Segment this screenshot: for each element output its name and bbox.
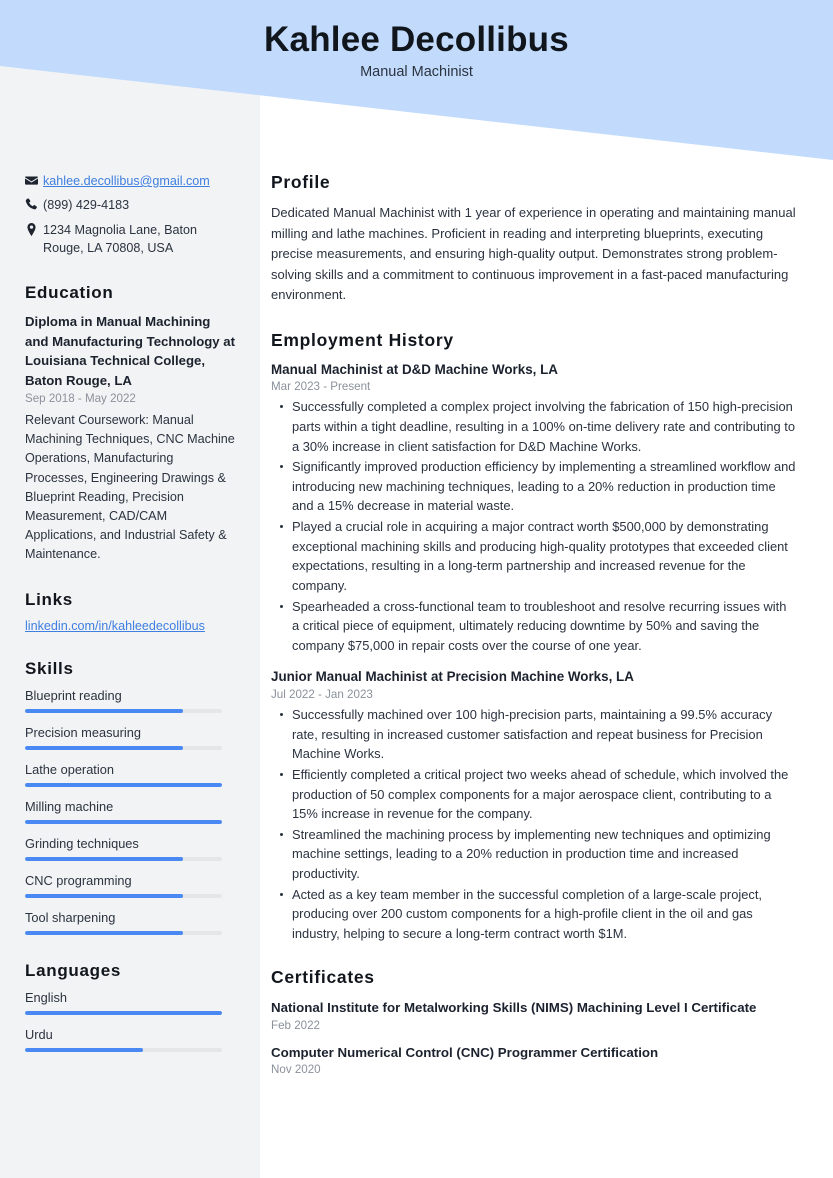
skill-bar-fill bbox=[25, 857, 183, 862]
links-section: Links linkedin.com/in/kahleedecollibus bbox=[25, 590, 236, 633]
employment-bullet: Significantly improved production effici… bbox=[271, 457, 797, 516]
profile-heading: Profile bbox=[271, 172, 331, 192]
skill-bar-track bbox=[25, 857, 222, 862]
sidebar-column: kahlee.decollibus@gmail.com (899) 429-41… bbox=[0, 0, 260, 1078]
profile-text: Dedicated Manual Machinist with 1 year o… bbox=[271, 205, 796, 303]
contact-phone: (899) 429-4183 bbox=[43, 198, 130, 213]
skill-bar-track bbox=[25, 820, 222, 825]
skill-item: Precision measuring bbox=[25, 725, 236, 751]
language-item: Urdu bbox=[25, 1027, 236, 1053]
certificates-heading: Certificates bbox=[271, 967, 375, 988]
education-description: Relevant Coursework: Manual Machining Te… bbox=[25, 413, 235, 562]
skill-bar-track bbox=[25, 709, 222, 714]
content-columns: kahlee.decollibus@gmail.com (899) 429-41… bbox=[0, 0, 833, 1100]
certificate-name: National Institute for Metalworking Skil… bbox=[271, 1000, 757, 1016]
skill-item: Lathe operation bbox=[25, 762, 236, 788]
education-section: Education Diploma in Manual Machining an… bbox=[25, 283, 236, 564]
skills-heading: Skills bbox=[25, 659, 74, 679]
employment-title: Manual Machinist at D&D Machine Works, L… bbox=[271, 361, 558, 377]
skill-item: Tool sharpening bbox=[25, 910, 236, 936]
languages-list: English Urdu bbox=[25, 990, 236, 1053]
employment-bullet: Successfully machined over 100 high-prec… bbox=[271, 705, 797, 764]
skill-item: CNC programming bbox=[25, 873, 236, 899]
skill-label: Tool sharpening bbox=[25, 910, 116, 926]
contact-email[interactable]: kahlee.decollibus@gmail.com bbox=[43, 172, 236, 190]
certificate-name: Computer Numerical Control (CNC) Program… bbox=[271, 1044, 659, 1060]
employment-bullet: Acted as a key team member in the succes… bbox=[271, 885, 797, 944]
profile-section: Profile Dedicated Manual Machinist with … bbox=[271, 172, 797, 306]
education-entry: Diploma in Manual Machining and Manufact… bbox=[25, 312, 236, 564]
skill-item: Milling machine bbox=[25, 799, 236, 825]
languages-heading: Languages bbox=[25, 961, 122, 981]
skill-item: Grinding techniques bbox=[25, 836, 236, 862]
skill-bar-fill bbox=[25, 746, 183, 751]
employment-date: Mar 2023 - Present bbox=[271, 380, 371, 394]
resume-page: Kahlee Decollibus Manual Machinist kahle… bbox=[0, 0, 833, 1178]
skill-label: Lathe operation bbox=[25, 762, 114, 778]
languages-section: Languages English Urdu bbox=[25, 961, 236, 1053]
skill-bar-fill bbox=[25, 931, 183, 936]
skill-bar-fill bbox=[25, 709, 183, 714]
candidate-name: Kahlee Decollibus bbox=[264, 20, 569, 60]
phone-icon bbox=[25, 196, 43, 211]
link-linkedin[interactable]: linkedin.com/in/kahleedecollibus bbox=[25, 619, 236, 633]
employment-entry: Junior Manual Machinist at Precision Mac… bbox=[271, 668, 797, 943]
employment-bullet: Efficiently completed a critical project… bbox=[271, 765, 797, 824]
skill-bar-track bbox=[25, 931, 222, 936]
language-bar-track bbox=[25, 1048, 222, 1053]
skill-bar-track bbox=[25, 894, 222, 899]
certificate-entry: National Institute for Metalworking Skil… bbox=[271, 998, 797, 1031]
employment-bullet: Successfully completed a complex project… bbox=[271, 397, 797, 456]
skill-label: Blueprint reading bbox=[25, 688, 122, 704]
certificate-entry: Computer Numerical Control (CNC) Program… bbox=[271, 1043, 797, 1076]
skill-bar-track bbox=[25, 783, 222, 788]
employment-bullets: Successfully completed a complex project… bbox=[271, 397, 797, 655]
contact-phone-row: (899) 429-4183 bbox=[25, 196, 236, 214]
language-bar-fill bbox=[25, 1048, 144, 1053]
skill-item: Blueprint reading bbox=[25, 688, 236, 714]
skill-bar-fill bbox=[25, 820, 222, 825]
header-content: Kahlee Decollibus Manual Machinist bbox=[0, 0, 833, 100]
skills-list: Blueprint reading Precision measuring La… bbox=[25, 688, 236, 936]
language-label: English bbox=[25, 990, 67, 1006]
location-pin-icon bbox=[25, 221, 43, 236]
employment-section: Employment History Manual Machinist at D… bbox=[271, 330, 797, 944]
certificate-date: Feb 2022 bbox=[271, 1018, 320, 1032]
language-bar-track bbox=[25, 1011, 222, 1016]
employment-heading: Employment History bbox=[271, 329, 454, 350]
skill-label: Grinding techniques bbox=[25, 836, 139, 852]
skill-label: Precision measuring bbox=[25, 725, 141, 741]
envelope-icon bbox=[25, 172, 43, 187]
employment-bullet: Streamlined the machining process by imp… bbox=[271, 825, 797, 884]
skill-bar-fill bbox=[25, 894, 183, 899]
employment-date: Jul 2022 - Jan 2023 bbox=[271, 688, 373, 702]
main-column: Profile Dedicated Manual Machinist with … bbox=[260, 0, 833, 1100]
language-label: Urdu bbox=[25, 1027, 53, 1043]
employment-title: Junior Manual Machinist at Precision Mac… bbox=[271, 669, 634, 685]
links-heading: Links bbox=[25, 590, 73, 610]
education-date: Sep 2018 - May 2022 bbox=[25, 392, 136, 406]
skill-bar-fill bbox=[25, 783, 222, 788]
contact-address: 1234 Magnolia Lane, Baton Rouge, LA 7080… bbox=[43, 222, 198, 255]
skills-section: Skills Blueprint reading Precision measu… bbox=[25, 659, 236, 936]
skill-bar-track bbox=[25, 746, 222, 751]
education-title: Diploma in Manual Machining and Manufact… bbox=[25, 314, 236, 388]
employment-bullet: Spearheaded a cross-functional team to t… bbox=[271, 597, 797, 656]
employment-bullet: Played a crucial role in acquiring a maj… bbox=[271, 517, 797, 595]
education-heading: Education bbox=[25, 283, 114, 302]
candidate-job-title: Manual Machinist bbox=[360, 63, 473, 80]
certificate-date: Nov 2020 bbox=[271, 1062, 321, 1076]
contact-list: kahlee.decollibus@gmail.com (899) 429-41… bbox=[25, 172, 236, 257]
certificates-section: Certificates National Institute for Meta… bbox=[271, 967, 797, 1076]
employment-bullets: Successfully machined over 100 high-prec… bbox=[271, 705, 797, 943]
employment-entry: Manual Machinist at D&D Machine Works, L… bbox=[271, 361, 797, 656]
skill-label: CNC programming bbox=[25, 873, 132, 889]
contact-address-row: 1234 Magnolia Lane, Baton Rouge, LA 7080… bbox=[25, 221, 236, 258]
language-item: English bbox=[25, 990, 236, 1016]
skill-label: Milling machine bbox=[25, 799, 114, 815]
language-bar-fill bbox=[25, 1011, 222, 1016]
contact-email-row[interactable]: kahlee.decollibus@gmail.com bbox=[25, 172, 236, 190]
